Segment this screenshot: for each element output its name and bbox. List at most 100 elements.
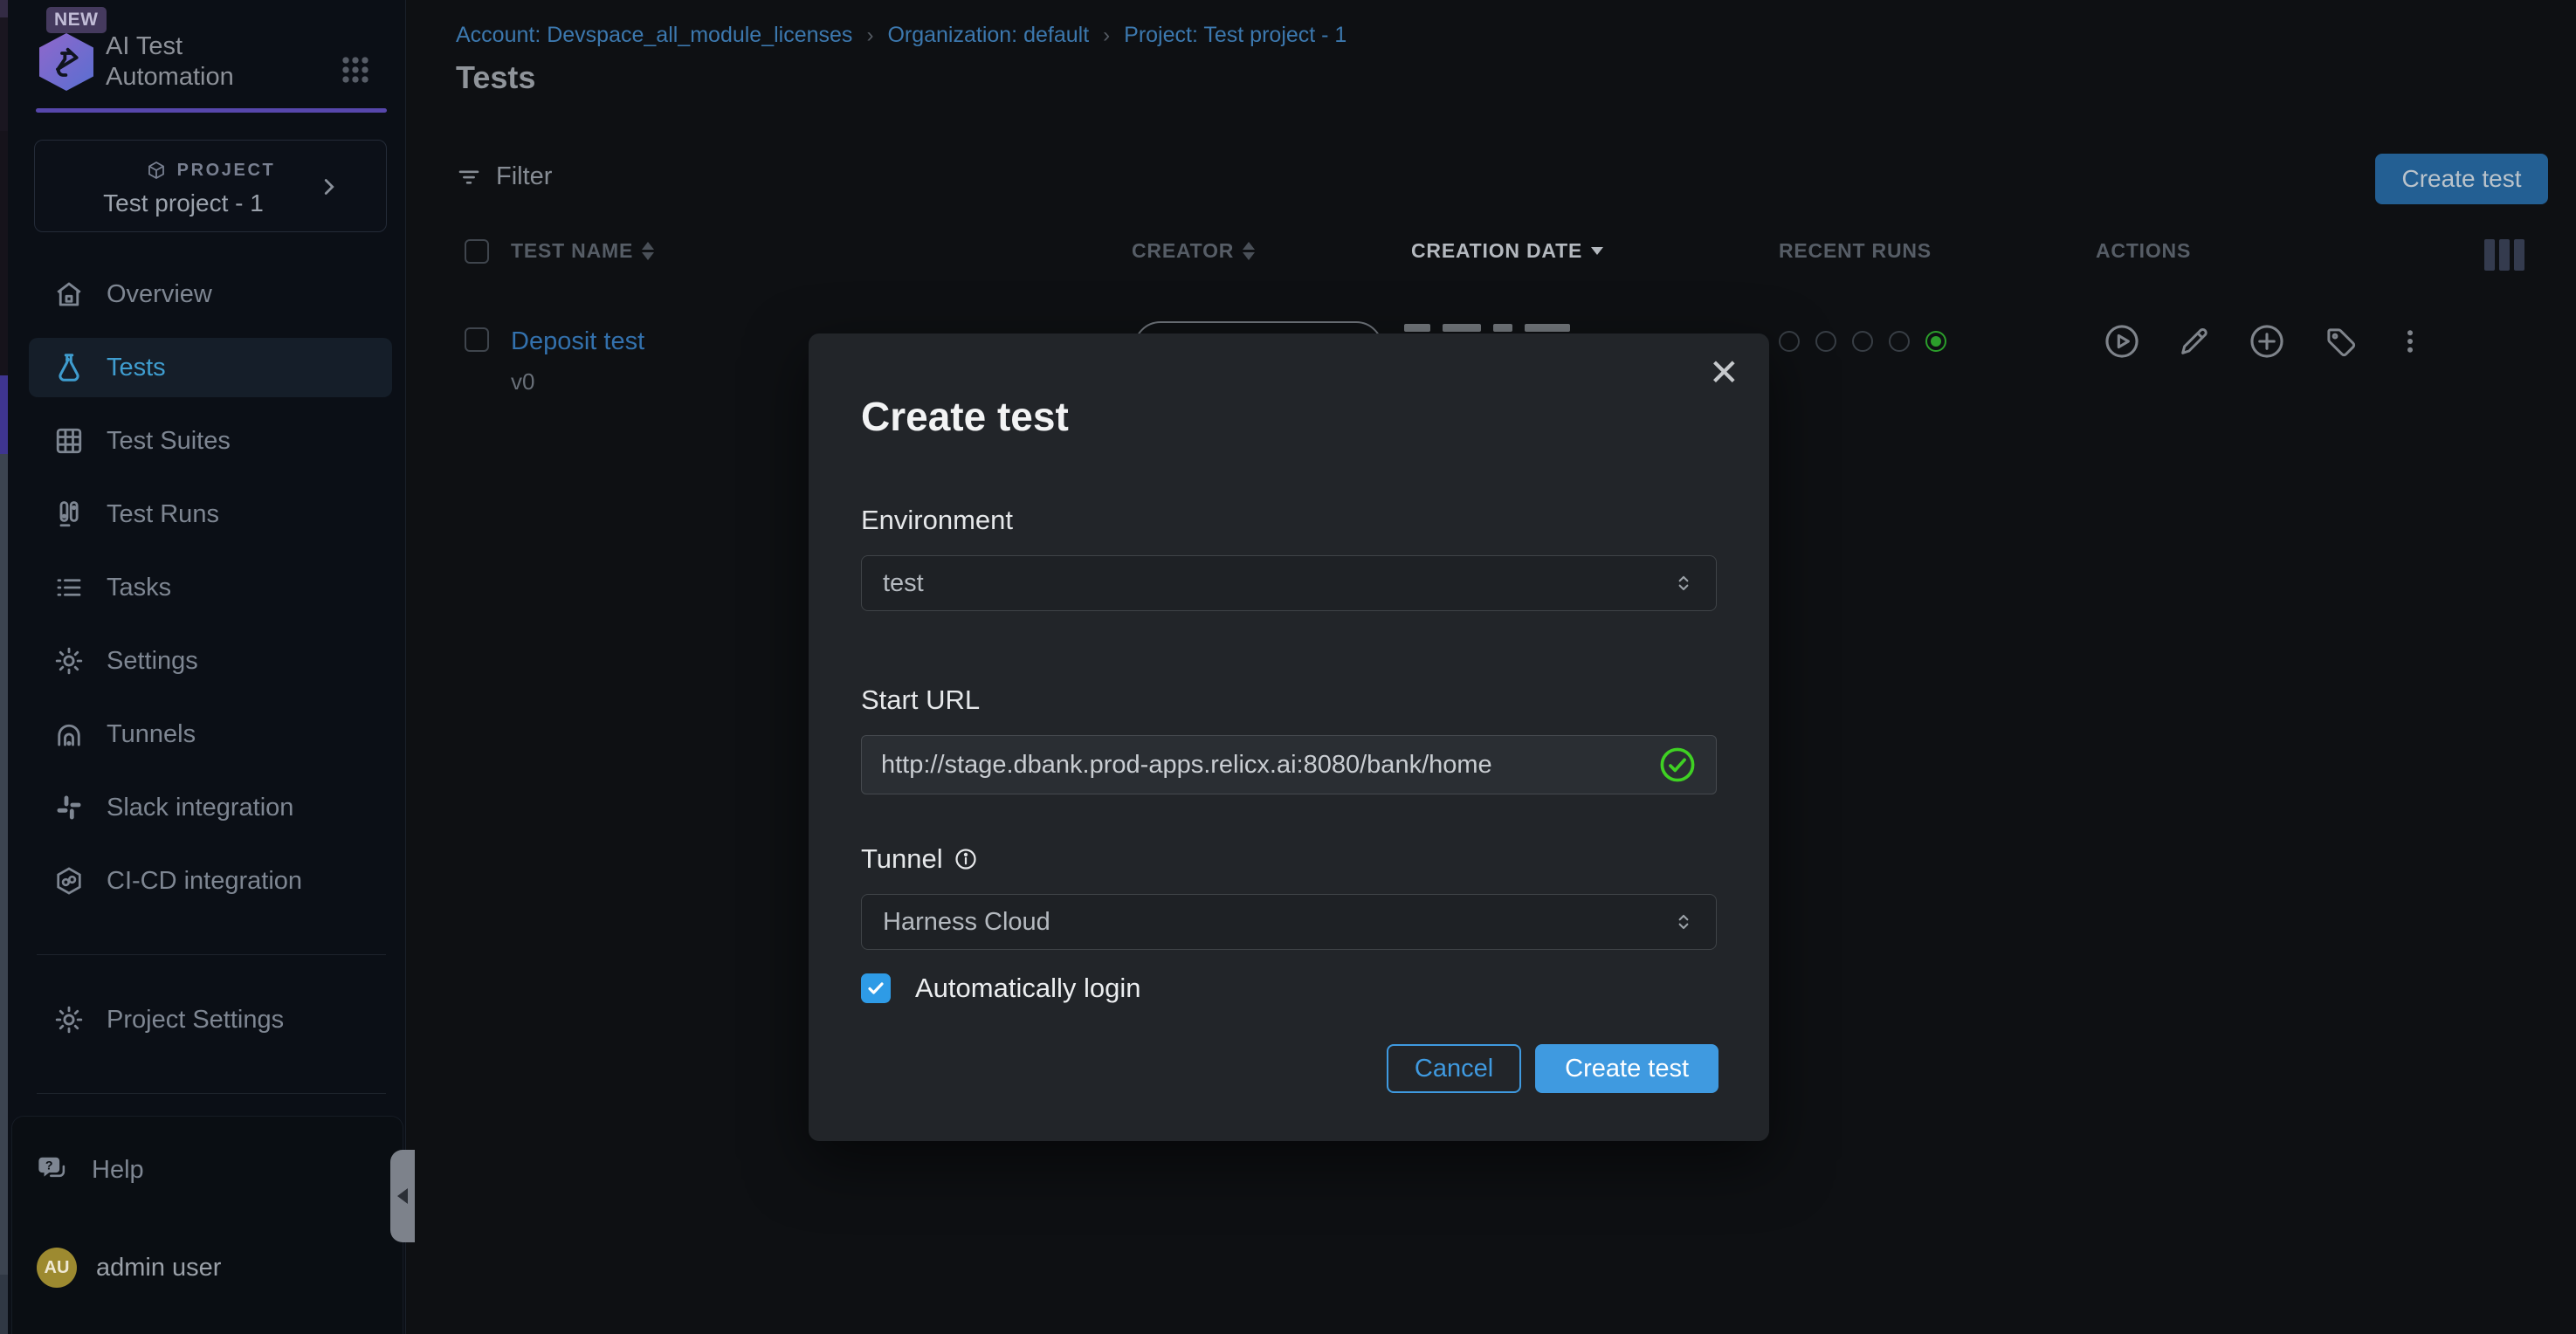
sidebar-item-label: Slack integration: [107, 794, 293, 822]
close-icon[interactable]: ✕: [1709, 354, 1739, 391]
add-to-suite-icon[interactable]: [2248, 322, 2286, 361]
modal-title: Create test: [861, 393, 1717, 440]
start-url-field[interactable]: [861, 735, 1717, 794]
sidebar: NEW AI Test Automation: [8, 0, 406, 1334]
sort-desc-icon: [1591, 247, 1603, 255]
url-valid-check-icon: [1658, 746, 1697, 784]
cicd-link-icon: [53, 865, 85, 897]
sidebar-footer-menu: Project Settings: [29, 990, 392, 1063]
sidebar-item-overview[interactable]: Overview: [29, 265, 392, 324]
column-settings-icon[interactable]: [2484, 239, 2524, 271]
breadcrumb-separator: ›: [866, 24, 873, 48]
create-test-modal: ✕ Create test Environment test Start URL…: [809, 334, 1769, 1141]
help-button[interactable]: ? Help: [37, 1153, 144, 1186]
sidebar-item-label: Settings: [107, 647, 198, 676]
strip-seg: [0, 1275, 8, 1334]
brand-divider: [36, 108, 387, 113]
environment-select[interactable]: test: [861, 555, 1717, 611]
apps-grid-icon[interactable]: [336, 51, 375, 89]
sidebar-divider: [37, 954, 386, 955]
checkbox[interactable]: [465, 239, 489, 264]
row-checkbox[interactable]: [465, 327, 489, 352]
sidebar-item-slack-integration[interactable]: Slack integration: [29, 778, 392, 837]
run-dot-empty[interactable]: [1889, 331, 1910, 352]
tunnel-select[interactable]: Harness Cloud: [861, 894, 1717, 950]
breadcrumb-account[interactable]: Account: Devspace_all_module_licenses: [456, 23, 852, 48]
sidebar-item-project-settings[interactable]: Project Settings: [29, 990, 392, 1049]
sidebar-item-label: Test Suites: [107, 427, 231, 456]
test-version: v0: [511, 368, 534, 395]
collapse-arrow-icon: [397, 1188, 408, 1204]
sidebar-item-tests[interactable]: Tests: [29, 338, 392, 397]
creation-date-clipped: [1404, 324, 1570, 332]
sidebar-bottom-panel: ? Help AU admin user: [11, 1116, 403, 1334]
start-url-input[interactable]: [881, 751, 1658, 780]
environment-label: Environment: [861, 505, 1717, 536]
sidebar-item-test-runs[interactable]: Test Runs: [29, 485, 392, 544]
tag-icon[interactable]: [2322, 323, 2359, 360]
run-dot-empty[interactable]: [1815, 331, 1836, 352]
test-name-link[interactable]: Deposit test: [511, 327, 644, 356]
flask-icon: [53, 352, 85, 383]
run-dot-empty[interactable]: [1852, 331, 1873, 352]
select-all-checkbox[interactable]: [465, 239, 489, 264]
filter-icon: [456, 164, 482, 190]
filter-button[interactable]: Filter: [456, 162, 552, 191]
sidebar-collapse-handle[interactable]: [390, 1150, 415, 1242]
breadcrumb-organization[interactable]: Organization: default: [887, 23, 1089, 48]
start-url-label: Start URL: [861, 684, 1717, 716]
select-chevrons-icon: [1672, 911, 1695, 933]
create-test-button[interactable]: Create test: [2375, 154, 2548, 204]
run-test-icon[interactable]: [2103, 322, 2141, 361]
sidebar-item-settings[interactable]: Settings: [29, 631, 392, 691]
user-menu[interactable]: AU admin user: [37, 1248, 221, 1288]
new-badge: NEW: [46, 7, 107, 33]
sort-icon: [642, 242, 654, 260]
sidebar-item-label: Project Settings: [107, 1006, 284, 1035]
col-actions: ACTIONS: [2096, 239, 2191, 263]
sidebar-item-cicd-integration[interactable]: CI-CD integration: [29, 851, 392, 911]
edit-pencil-icon[interactable]: [2177, 324, 2212, 359]
sidebar-item-tasks[interactable]: Tasks: [29, 558, 392, 617]
sidebar-item-label: Test Runs: [107, 500, 219, 529]
kebab-menu-icon[interactable]: [2394, 326, 2426, 357]
sidebar-item-label: CI-CD integration: [107, 867, 302, 896]
sidebar-menu: Overview Tests Test Suites: [29, 265, 392, 925]
auto-login-checkbox[interactable]: [861, 973, 891, 1003]
tunnel-value: Harness Cloud: [883, 908, 1050, 937]
gear-icon: [53, 1004, 85, 1035]
col-recent-runs: RECENT RUNS: [1779, 239, 1932, 263]
recent-runs: [1779, 331, 1946, 352]
col-creation-date[interactable]: CREATION DATE: [1411, 239, 1603, 263]
select-chevrons-icon: [1672, 572, 1695, 595]
sidebar-item-tunnels[interactable]: Tunnels: [29, 705, 392, 764]
chevron-right-icon: [316, 174, 342, 200]
breadcrumb-separator: ›: [1103, 24, 1110, 48]
col-label: CREATION DATE: [1411, 239, 1582, 263]
environment-label-text: Environment: [861, 505, 1013, 536]
help-chat-icon: ?: [37, 1153, 70, 1186]
project-name: Test project - 1: [35, 189, 332, 217]
info-icon[interactable]: [954, 847, 978, 871]
modal-create-test-button[interactable]: Create test: [1535, 1044, 1718, 1093]
modal-buttons: Cancel Create test: [859, 1044, 1718, 1093]
help-label: Help: [92, 1156, 144, 1185]
project-selector[interactable]: PROJECT Test project - 1: [34, 140, 387, 232]
app-logo[interactable]: [39, 33, 93, 91]
col-test-name[interactable]: TEST NAME: [511, 239, 654, 263]
run-dot-empty[interactable]: [1779, 331, 1800, 352]
col-label: TEST NAME: [511, 239, 633, 263]
cancel-button[interactable]: Cancel: [1387, 1044, 1521, 1093]
sidebar-item-test-suites[interactable]: Test Suites: [29, 411, 392, 471]
environment-value: test: [883, 569, 924, 598]
user-name: admin user: [96, 1254, 221, 1282]
breadcrumb-project[interactable]: Project: Test project - 1: [1124, 23, 1347, 48]
col-creator[interactable]: CREATOR: [1132, 239, 1255, 263]
sidebar-item-label: Tests: [107, 354, 166, 382]
run-dot-success[interactable]: [1925, 331, 1946, 352]
col-label: ACTIONS: [2096, 239, 2191, 263]
test-runs-icon: [53, 499, 85, 530]
filter-label: Filter: [496, 162, 552, 191]
sidebar-item-label: Tasks: [107, 574, 171, 602]
table-header: TEST NAME CREATOR CREATION DATE RECENT R…: [407, 234, 2576, 272]
